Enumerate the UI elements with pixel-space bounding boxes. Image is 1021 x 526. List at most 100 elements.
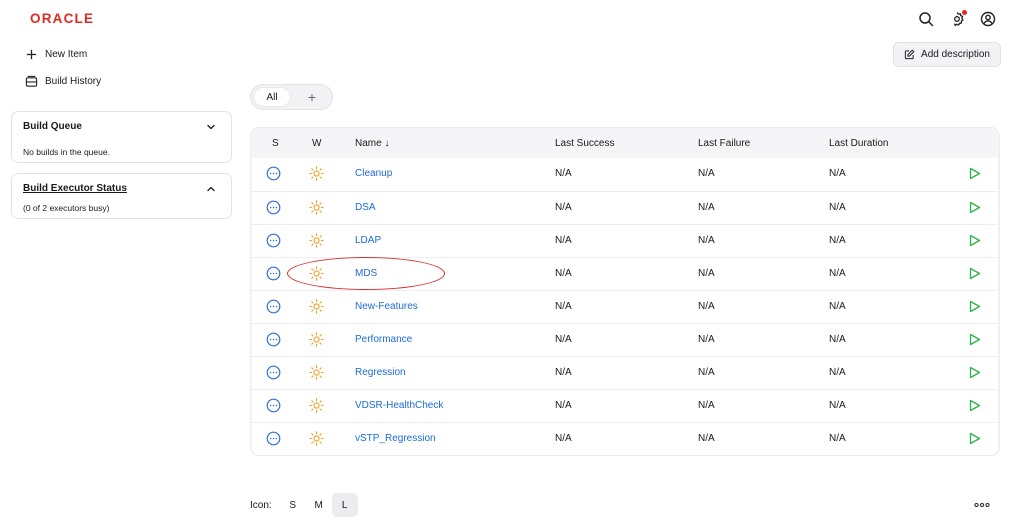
table-header: S W Name ↓ Last Success Last Failure Las… bbox=[251, 128, 999, 158]
notification-dot bbox=[962, 10, 967, 15]
weather-sunny-icon bbox=[309, 398, 324, 413]
header-last-success[interactable]: Last Success bbox=[555, 138, 614, 149]
weather-sunny-icon bbox=[309, 233, 324, 248]
status-pending-icon[interactable] bbox=[266, 398, 281, 413]
status-pending-icon[interactable] bbox=[266, 431, 281, 446]
build-history-label: Build History bbox=[45, 75, 102, 87]
last-failure-cell: N/A bbox=[698, 433, 715, 444]
build-now-play-icon[interactable] bbox=[968, 366, 981, 379]
executor-status-title[interactable]: Build Executor Status bbox=[23, 183, 127, 194]
user-icon[interactable] bbox=[980, 11, 996, 27]
last-failure-cell: N/A bbox=[698, 301, 715, 312]
last-duration-cell: N/A bbox=[829, 202, 846, 213]
job-link[interactable]: VDSR-HealthCheck bbox=[355, 400, 443, 411]
jobs-table: S W Name ↓ Last Success Last Failure Las… bbox=[250, 127, 1000, 456]
icon-size-m[interactable]: M bbox=[306, 493, 332, 517]
table-row: New-Features N/A N/A N/A bbox=[252, 290, 998, 323]
build-queue-empty-text: No builds in the queue. bbox=[23, 147, 110, 157]
job-link[interactable]: Performance bbox=[355, 334, 412, 345]
weather-sunny-icon bbox=[309, 166, 324, 181]
weather-sunny-icon bbox=[309, 431, 324, 446]
build-now-play-icon[interactable] bbox=[968, 234, 981, 247]
new-item-label: New Item bbox=[45, 48, 88, 60]
weather-sunny-icon bbox=[309, 332, 324, 347]
executor-status-text: (0 of 2 executors busy) bbox=[23, 203, 110, 213]
more-options-icon[interactable] bbox=[973, 499, 991, 511]
table-row: vSTP_Regression N/A N/A N/A bbox=[252, 422, 998, 455]
build-now-play-icon[interactable] bbox=[968, 399, 981, 412]
status-pending-icon[interactable] bbox=[266, 233, 281, 248]
job-link[interactable]: New-Features bbox=[355, 301, 418, 312]
weather-sunny-icon bbox=[309, 200, 324, 215]
status-pending-icon[interactable] bbox=[266, 332, 281, 347]
table-row: DSA N/A N/A N/A bbox=[252, 191, 998, 224]
table-body: Cleanup N/A N/A N/A DSA N/A N/A N/A LDAP N/A N/A N/… bbox=[252, 158, 998, 455]
icon-size-selector: Icon: S M L bbox=[250, 493, 358, 517]
job-link[interactable]: MDS bbox=[355, 268, 377, 279]
status-pending-icon[interactable] bbox=[266, 166, 281, 181]
header-weather[interactable]: W bbox=[312, 138, 321, 149]
job-link[interactable]: vSTP_Regression bbox=[355, 433, 436, 444]
job-link[interactable]: Regression bbox=[355, 367, 406, 378]
last-failure-cell: N/A bbox=[698, 202, 715, 213]
last-duration-cell: N/A bbox=[829, 334, 846, 345]
status-pending-icon[interactable] bbox=[266, 266, 281, 281]
last-duration-cell: N/A bbox=[829, 168, 846, 179]
job-link[interactable]: LDAP bbox=[355, 235, 381, 246]
add-view-button[interactable]: + bbox=[301, 88, 323, 106]
build-history-link[interactable]: Build History bbox=[24, 73, 101, 89]
add-description-button[interactable]: Add description bbox=[893, 42, 1001, 67]
header-name[interactable]: Name ↓ bbox=[355, 138, 389, 149]
last-failure-cell: N/A bbox=[698, 168, 715, 179]
last-duration-cell: N/A bbox=[829, 235, 846, 246]
last-duration-cell: N/A bbox=[829, 433, 846, 444]
icon-size-l[interactable]: L bbox=[331, 493, 358, 517]
chevron-up-icon[interactable] bbox=[205, 183, 217, 195]
last-duration-cell: N/A bbox=[829, 268, 846, 279]
last-success-cell: N/A bbox=[555, 301, 572, 312]
weather-sunny-icon bbox=[309, 299, 324, 314]
edit-icon bbox=[904, 49, 915, 60]
build-now-play-icon[interactable] bbox=[968, 300, 981, 313]
build-now-play-icon[interactable] bbox=[968, 167, 981, 180]
last-success-cell: N/A bbox=[555, 202, 572, 213]
last-success-cell: N/A bbox=[555, 367, 572, 378]
last-success-cell: N/A bbox=[555, 400, 572, 411]
header-last-duration[interactable]: Last Duration bbox=[829, 138, 888, 149]
last-failure-cell: N/A bbox=[698, 235, 715, 246]
icon-size-s[interactable]: S bbox=[280, 493, 306, 517]
plus-icon bbox=[24, 47, 38, 61]
chevron-down-icon[interactable] bbox=[205, 121, 217, 133]
new-item-link[interactable]: New Item bbox=[24, 46, 87, 62]
last-success-cell: N/A bbox=[555, 168, 572, 179]
build-now-play-icon[interactable] bbox=[968, 267, 981, 280]
last-failure-cell: N/A bbox=[698, 268, 715, 279]
history-icon bbox=[24, 74, 38, 88]
gear-icon[interactable] bbox=[949, 10, 967, 27]
table-row: Performance N/A N/A N/A bbox=[252, 323, 998, 356]
status-pending-icon[interactable] bbox=[266, 299, 281, 314]
status-pending-icon[interactable] bbox=[266, 200, 281, 215]
last-failure-cell: N/A bbox=[698, 334, 715, 345]
tab-all[interactable]: All bbox=[254, 88, 290, 106]
weather-sunny-icon bbox=[309, 365, 324, 380]
job-link[interactable]: Cleanup bbox=[355, 168, 392, 179]
last-failure-cell: N/A bbox=[698, 400, 715, 411]
header-last-failure[interactable]: Last Failure bbox=[698, 138, 750, 149]
table-row: Regression N/A N/A N/A bbox=[252, 356, 998, 389]
search-icon[interactable] bbox=[918, 11, 934, 27]
table-row: LDAP N/A N/A N/A bbox=[252, 224, 998, 257]
build-now-play-icon[interactable] bbox=[968, 432, 981, 445]
oracle-logo[interactable]: ORACLE bbox=[30, 11, 94, 26]
build-now-play-icon[interactable] bbox=[968, 333, 981, 346]
weather-sunny-icon bbox=[309, 266, 324, 281]
build-now-play-icon[interactable] bbox=[968, 201, 981, 214]
build-queue-title: Build Queue bbox=[23, 121, 82, 132]
status-pending-icon[interactable] bbox=[266, 365, 281, 380]
job-link[interactable]: DSA bbox=[355, 202, 376, 213]
build-queue-panel: Build Queue No builds in the queue. bbox=[11, 111, 232, 163]
last-duration-cell: N/A bbox=[829, 400, 846, 411]
last-success-cell: N/A bbox=[555, 268, 572, 279]
header-status[interactable]: S bbox=[272, 138, 279, 149]
executor-status-panel: Build Executor Status (0 of 2 executors … bbox=[11, 173, 232, 219]
